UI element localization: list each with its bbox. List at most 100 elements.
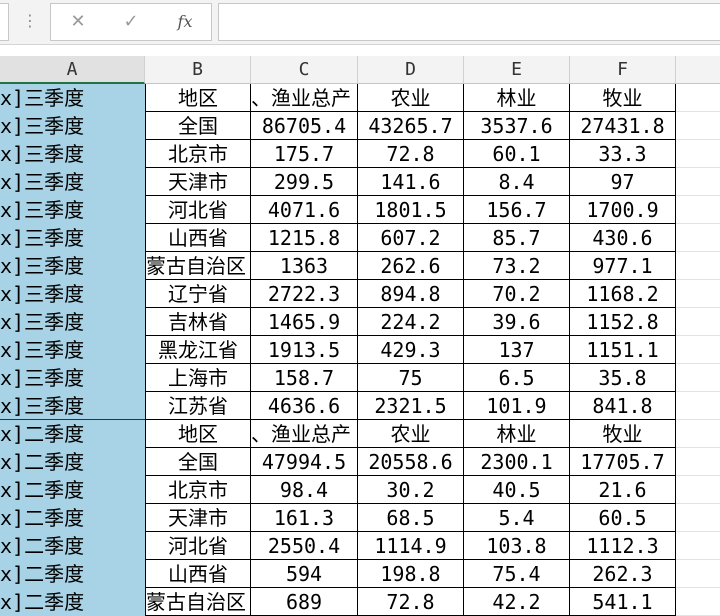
cell-c[interactable]: 、渔业总产 bbox=[251, 420, 358, 448]
cell-a[interactable]: x]二季度 bbox=[0, 448, 145, 476]
column-header-g[interactable] bbox=[676, 56, 720, 84]
cell-c[interactable]: 1215.8 bbox=[251, 224, 358, 252]
cell-f[interactable]: 1112.3 bbox=[570, 532, 676, 560]
cell-d[interactable]: 20558.6 bbox=[358, 448, 464, 476]
cell-d[interactable]: 198.8 bbox=[358, 560, 464, 588]
cell-e[interactable]: 3537.6 bbox=[464, 112, 570, 140]
cell-d[interactable]: 72.8 bbox=[358, 140, 464, 168]
column-header-d[interactable]: D bbox=[358, 56, 464, 84]
cell-c[interactable]: 1465.9 bbox=[251, 308, 358, 336]
cell-b[interactable]: 辽宁省 bbox=[145, 280, 251, 308]
cell-b[interactable]: 蒙古自治区 bbox=[145, 588, 251, 616]
cell-a[interactable]: x]二季度 bbox=[0, 560, 145, 588]
cell-c[interactable]: 4636.6 bbox=[251, 392, 358, 420]
cell-f[interactable]: 1168.2 bbox=[570, 280, 676, 308]
cell-a[interactable]: x]三季度 bbox=[0, 252, 145, 280]
cell-f[interactable]: 17705.7 bbox=[570, 448, 676, 476]
cell-a[interactable]: x]三季度 bbox=[0, 140, 145, 168]
cell-f[interactable]: 牧业 bbox=[570, 420, 676, 448]
cell-d[interactable]: 894.8 bbox=[358, 280, 464, 308]
cell-d[interactable]: 141.6 bbox=[358, 168, 464, 196]
cell-a[interactable]: x]二季度 bbox=[0, 420, 145, 448]
cell-c[interactable]: 4071.6 bbox=[251, 196, 358, 224]
cell-c[interactable]: 98.4 bbox=[251, 476, 358, 504]
cell-b[interactable]: 上海市 bbox=[145, 364, 251, 392]
cell-a[interactable]: x]三季度 bbox=[0, 392, 145, 420]
cell-b[interactable]: 黑龙江省 bbox=[145, 336, 251, 364]
cell-e[interactable]: 75.4 bbox=[464, 560, 570, 588]
cell-f[interactable]: 97 bbox=[570, 168, 676, 196]
cell-d[interactable]: 68.5 bbox=[358, 504, 464, 532]
cell-a[interactable]: x]二季度 bbox=[0, 504, 145, 532]
cell-a[interactable]: x]三季度 bbox=[0, 168, 145, 196]
cell-c[interactable]: 299.5 bbox=[251, 168, 358, 196]
enter-icon[interactable]: ✓ bbox=[118, 4, 144, 40]
cell-e[interactable]: 137 bbox=[464, 336, 570, 364]
cell-b[interactable]: 江苏省 bbox=[145, 392, 251, 420]
cell-b[interactable]: 山西省 bbox=[145, 224, 251, 252]
cell-a[interactable]: x]三季度 bbox=[0, 84, 145, 112]
cell-f[interactable]: 35.8 bbox=[570, 364, 676, 392]
cell-e[interactable]: 林业 bbox=[464, 420, 570, 448]
cell-f[interactable]: 977.1 bbox=[570, 252, 676, 280]
cell-d[interactable]: 429.3 bbox=[358, 336, 464, 364]
cell-d[interactable]: 262.6 bbox=[358, 252, 464, 280]
cell-d[interactable]: 607.2 bbox=[358, 224, 464, 252]
cell-e[interactable]: 85.7 bbox=[464, 224, 570, 252]
cell-f[interactable]: 541.1 bbox=[570, 588, 676, 616]
cell-b[interactable]: 河北省 bbox=[145, 532, 251, 560]
formula-input[interactable] bbox=[218, 3, 720, 41]
cell-f[interactable]: 33.3 bbox=[570, 140, 676, 168]
cell-b[interactable]: 北京市 bbox=[145, 140, 251, 168]
cell-d[interactable]: 农业 bbox=[358, 420, 464, 448]
cell-e[interactable]: 156.7 bbox=[464, 196, 570, 224]
cell-c[interactable]: 1913.5 bbox=[251, 336, 358, 364]
cell-b[interactable]: 地区 bbox=[145, 420, 251, 448]
column-header-a[interactable]: A bbox=[0, 56, 145, 84]
cell-b[interactable]: 蒙古自治区 bbox=[145, 252, 251, 280]
cell-a[interactable]: x]三季度 bbox=[0, 280, 145, 308]
column-header-f[interactable]: F bbox=[570, 56, 676, 84]
column-header-e[interactable]: E bbox=[464, 56, 570, 84]
name-box[interactable] bbox=[0, 3, 9, 41]
cell-a[interactable]: x]二季度 bbox=[0, 588, 145, 616]
cell-f[interactable]: 1151.1 bbox=[570, 336, 676, 364]
cell-e[interactable]: 2300.1 bbox=[464, 448, 570, 476]
insert-function-icon[interactable]: fx bbox=[169, 4, 201, 40]
cancel-icon[interactable]: ✕ bbox=[65, 4, 91, 40]
cell-c[interactable]: 1363 bbox=[251, 252, 358, 280]
cell-b[interactable]: 全国 bbox=[145, 448, 251, 476]
cell-e[interactable]: 39.6 bbox=[464, 308, 570, 336]
cell-c[interactable]: 161.3 bbox=[251, 504, 358, 532]
cell-b[interactable]: 全国 bbox=[145, 112, 251, 140]
cell-d[interactable]: 30.2 bbox=[358, 476, 464, 504]
cell-d[interactable]: 43265.7 bbox=[358, 112, 464, 140]
cell-b[interactable]: 吉林省 bbox=[145, 308, 251, 336]
cell-e[interactable]: 70.2 bbox=[464, 280, 570, 308]
column-header-c[interactable]: C bbox=[251, 56, 358, 84]
cell-d[interactable]: 224.2 bbox=[358, 308, 464, 336]
cell-c[interactable]: 689 bbox=[251, 588, 358, 616]
cell-d[interactable]: 72.8 bbox=[358, 588, 464, 616]
cell-b[interactable]: 天津市 bbox=[145, 504, 251, 532]
cell-e[interactable]: 40.5 bbox=[464, 476, 570, 504]
cell-c[interactable]: 594 bbox=[251, 560, 358, 588]
cell-e[interactable]: 101.9 bbox=[464, 392, 570, 420]
cell-f[interactable]: 1152.8 bbox=[570, 308, 676, 336]
cell-c[interactable]: 86705.4 bbox=[251, 112, 358, 140]
cell-d[interactable]: 农业 bbox=[358, 84, 464, 112]
cell-c[interactable]: 、渔业总产 bbox=[251, 84, 358, 112]
cell-c[interactable]: 175.7 bbox=[251, 140, 358, 168]
more-options-icon[interactable]: ⋮ bbox=[22, 10, 38, 32]
cell-f[interactable]: 262.3 bbox=[570, 560, 676, 588]
cell-a[interactable]: x]三季度 bbox=[0, 112, 145, 140]
cell-c[interactable]: 47994.5 bbox=[251, 448, 358, 476]
cell-f[interactable]: 1700.9 bbox=[570, 196, 676, 224]
cell-f[interactable]: 60.5 bbox=[570, 504, 676, 532]
cell-a[interactable]: x]三季度 bbox=[0, 224, 145, 252]
cell-b[interactable]: 山西省 bbox=[145, 560, 251, 588]
cell-e[interactable]: 林业 bbox=[464, 84, 570, 112]
cell-b[interactable]: 天津市 bbox=[145, 168, 251, 196]
cell-e[interactable]: 8.4 bbox=[464, 168, 570, 196]
cell-f[interactable]: 牧业 bbox=[570, 84, 676, 112]
